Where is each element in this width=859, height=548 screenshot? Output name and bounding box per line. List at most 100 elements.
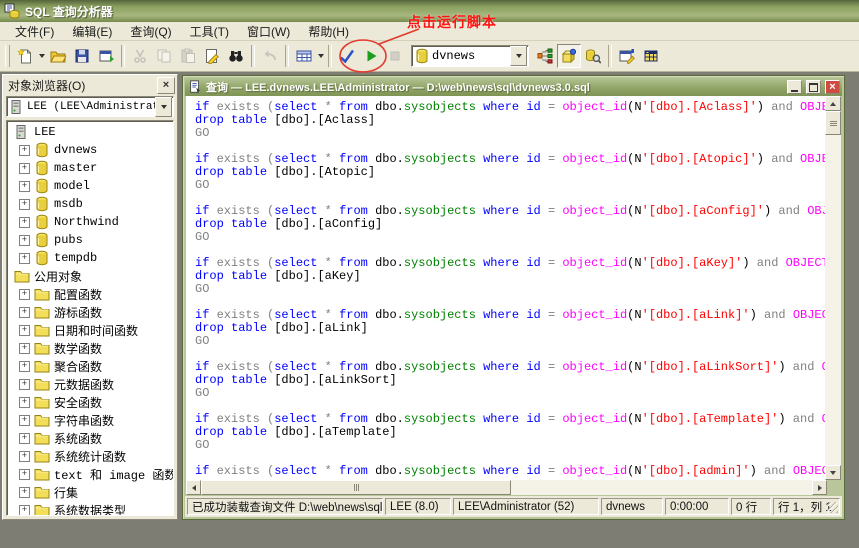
menu-help[interactable]: 帮助(H) [299,21,358,42]
tree-item-lee-server[interactable]: LEE [7,123,173,141]
tree-item-master[interactable]: + master [7,159,173,177]
scroll-right-button[interactable] [812,480,827,495]
code-line: drop table [dbo].[aTemplate] [195,425,397,439]
manage-statistics-button[interactable] [639,44,663,68]
tree-item-system-statistical-functions[interactable]: + 系统统计函数 [7,447,173,465]
object-search-button[interactable] [581,44,605,68]
minimize-button[interactable] [787,80,802,94]
object-browser-close-button[interactable]: × [157,76,175,94]
expand-plus-icon[interactable]: + [19,252,30,264]
toolbar-separator [285,45,289,67]
scroll-down-button[interactable] [825,465,841,480]
insert-template-button[interactable] [94,44,118,68]
tree-item-datetime-functions[interactable]: + 日期和时间函数 [7,321,173,339]
menu-window[interactable]: 窗口(W) [238,21,299,42]
expand-plus-icon[interactable]: + [19,144,30,156]
menu-query[interactable]: 查询(Q) [121,21,180,42]
tree-item-model[interactable]: + model [7,177,173,195]
code-line: GO [195,386,210,400]
expand-plus-icon[interactable]: + [19,288,30,300]
expand-plus-icon[interactable]: + [19,486,30,498]
expand-plus-icon[interactable]: + [19,504,30,515]
scroll-up-button[interactable] [825,96,841,111]
folder-icon [34,412,50,428]
tree-item-northwind[interactable]: + Northwind [7,213,173,231]
execute-mode-button[interactable] [292,44,316,68]
execute-query-button[interactable] [359,44,383,68]
copy-button [152,44,176,68]
database-combo[interactable]: dvnews [411,45,529,67]
expand-plus-icon[interactable]: + [19,468,30,480]
new-query-button[interactable] [13,44,37,68]
execution-plan-button[interactable] [533,44,557,68]
tree-item-string-functions[interactable]: + 字符串函数 [7,411,173,429]
tree-item-tempdb[interactable]: + tempdb [7,249,173,267]
server-combo[interactable]: LEE (LEE\Administrat [6,96,174,117]
status-rows: 0 行 [731,498,771,515]
expand-plus-icon[interactable]: + [19,234,30,246]
expand-plus-icon[interactable]: + [19,378,30,390]
database-icon [34,160,50,176]
tree-item-security-functions[interactable]: + 安全函数 [7,393,173,411]
vertical-scrollbar[interactable] [825,96,841,480]
tree-item-system-functions[interactable]: + 系统函数 [7,429,173,447]
cut-button [128,44,152,68]
tree-item-common-objects[interactable]: 公用对象 [7,267,173,285]
tree-item-aggregate-functions[interactable]: + 聚合函数 [7,357,173,375]
object-tree: LEE + dvnews + master + model + msdb + Northwind + p… [6,120,174,516]
toolbar: dvnews [0,41,859,72]
expand-plus-icon[interactable]: + [19,360,30,372]
tree-item-msdb[interactable]: + msdb [7,195,173,213]
tree-item-metadata-functions[interactable]: + 元数据函数 [7,375,173,393]
server-icon [14,124,30,140]
expand-plus-icon[interactable]: + [19,450,30,462]
vertical-scroll-thumb[interactable] [825,111,841,135]
status-message: 已成功装载查询文件 D:\web\news\sql\dvnews3.0. [187,498,383,515]
expand-plus-icon[interactable]: + [19,162,30,174]
scroll-left-button[interactable] [186,480,201,495]
tree-item-text-image-functions[interactable]: + text 和 image 函数 [7,465,173,483]
expand-plus-icon[interactable]: + [19,324,30,336]
save-button[interactable] [70,44,94,68]
tree-item-system-data-types[interactable]: + 系统数据类型 [7,501,173,515]
menu-file[interactable]: 文件(F) [6,21,63,42]
tree-item-pubs[interactable]: + pubs [7,231,173,249]
server-combo-arrow[interactable] [155,96,172,117]
clear-window-button[interactable] [200,44,224,68]
resize-grip[interactable] [827,502,838,513]
expand-plus-icon[interactable]: + [19,342,30,354]
execute-mode-button-dropdown[interactable] [316,44,325,68]
expand-plus-icon[interactable]: + [19,198,30,210]
restore-button[interactable] [806,80,821,94]
expand-plus-icon[interactable]: + [19,432,30,444]
expand-plus-icon[interactable]: + [19,180,30,192]
object-browser-toggle-button[interactable] [557,44,581,68]
close-button[interactable]: × [825,80,840,94]
code-line: drop table [dbo].[aConfig] [195,217,383,231]
database-icon [34,214,50,230]
tree-item-cursor-functions[interactable]: + 游标函数 [7,303,173,321]
database-combo-arrow[interactable] [510,46,527,66]
tree-item-math-functions[interactable]: + 数学函数 [7,339,173,357]
open-button[interactable] [46,44,70,68]
expand-plus-icon[interactable]: + [19,414,30,426]
tree-item-config-functions[interactable]: + 配置函数 [7,285,173,303]
menu-edit[interactable]: 编辑(E) [63,21,121,42]
sql-editor[interactable]: if exists (select * from dbo.sysobjects … [186,96,827,480]
database-icon [414,48,430,64]
database-combo-value: dvnews [432,49,476,63]
find-button[interactable] [224,44,248,68]
expand-plus-icon[interactable]: + [19,396,30,408]
menu-tools[interactable]: 工具(T) [181,21,238,42]
horizontal-scroll-thumb[interactable] [201,480,511,495]
parse-query-button[interactable] [335,44,359,68]
tree-item-dvnews[interactable]: + dvnews [7,141,173,159]
connection-properties-button[interactable] [615,44,639,68]
folder-icon [14,268,30,284]
object-search-icon [585,48,601,64]
new-query-button-dropdown[interactable] [37,44,46,68]
expand-plus-icon[interactable]: + [19,216,30,228]
horizontal-scrollbar[interactable] [186,480,827,495]
tree-item-rowset[interactable]: + 行集 [7,483,173,501]
expand-plus-icon[interactable]: + [19,306,30,318]
